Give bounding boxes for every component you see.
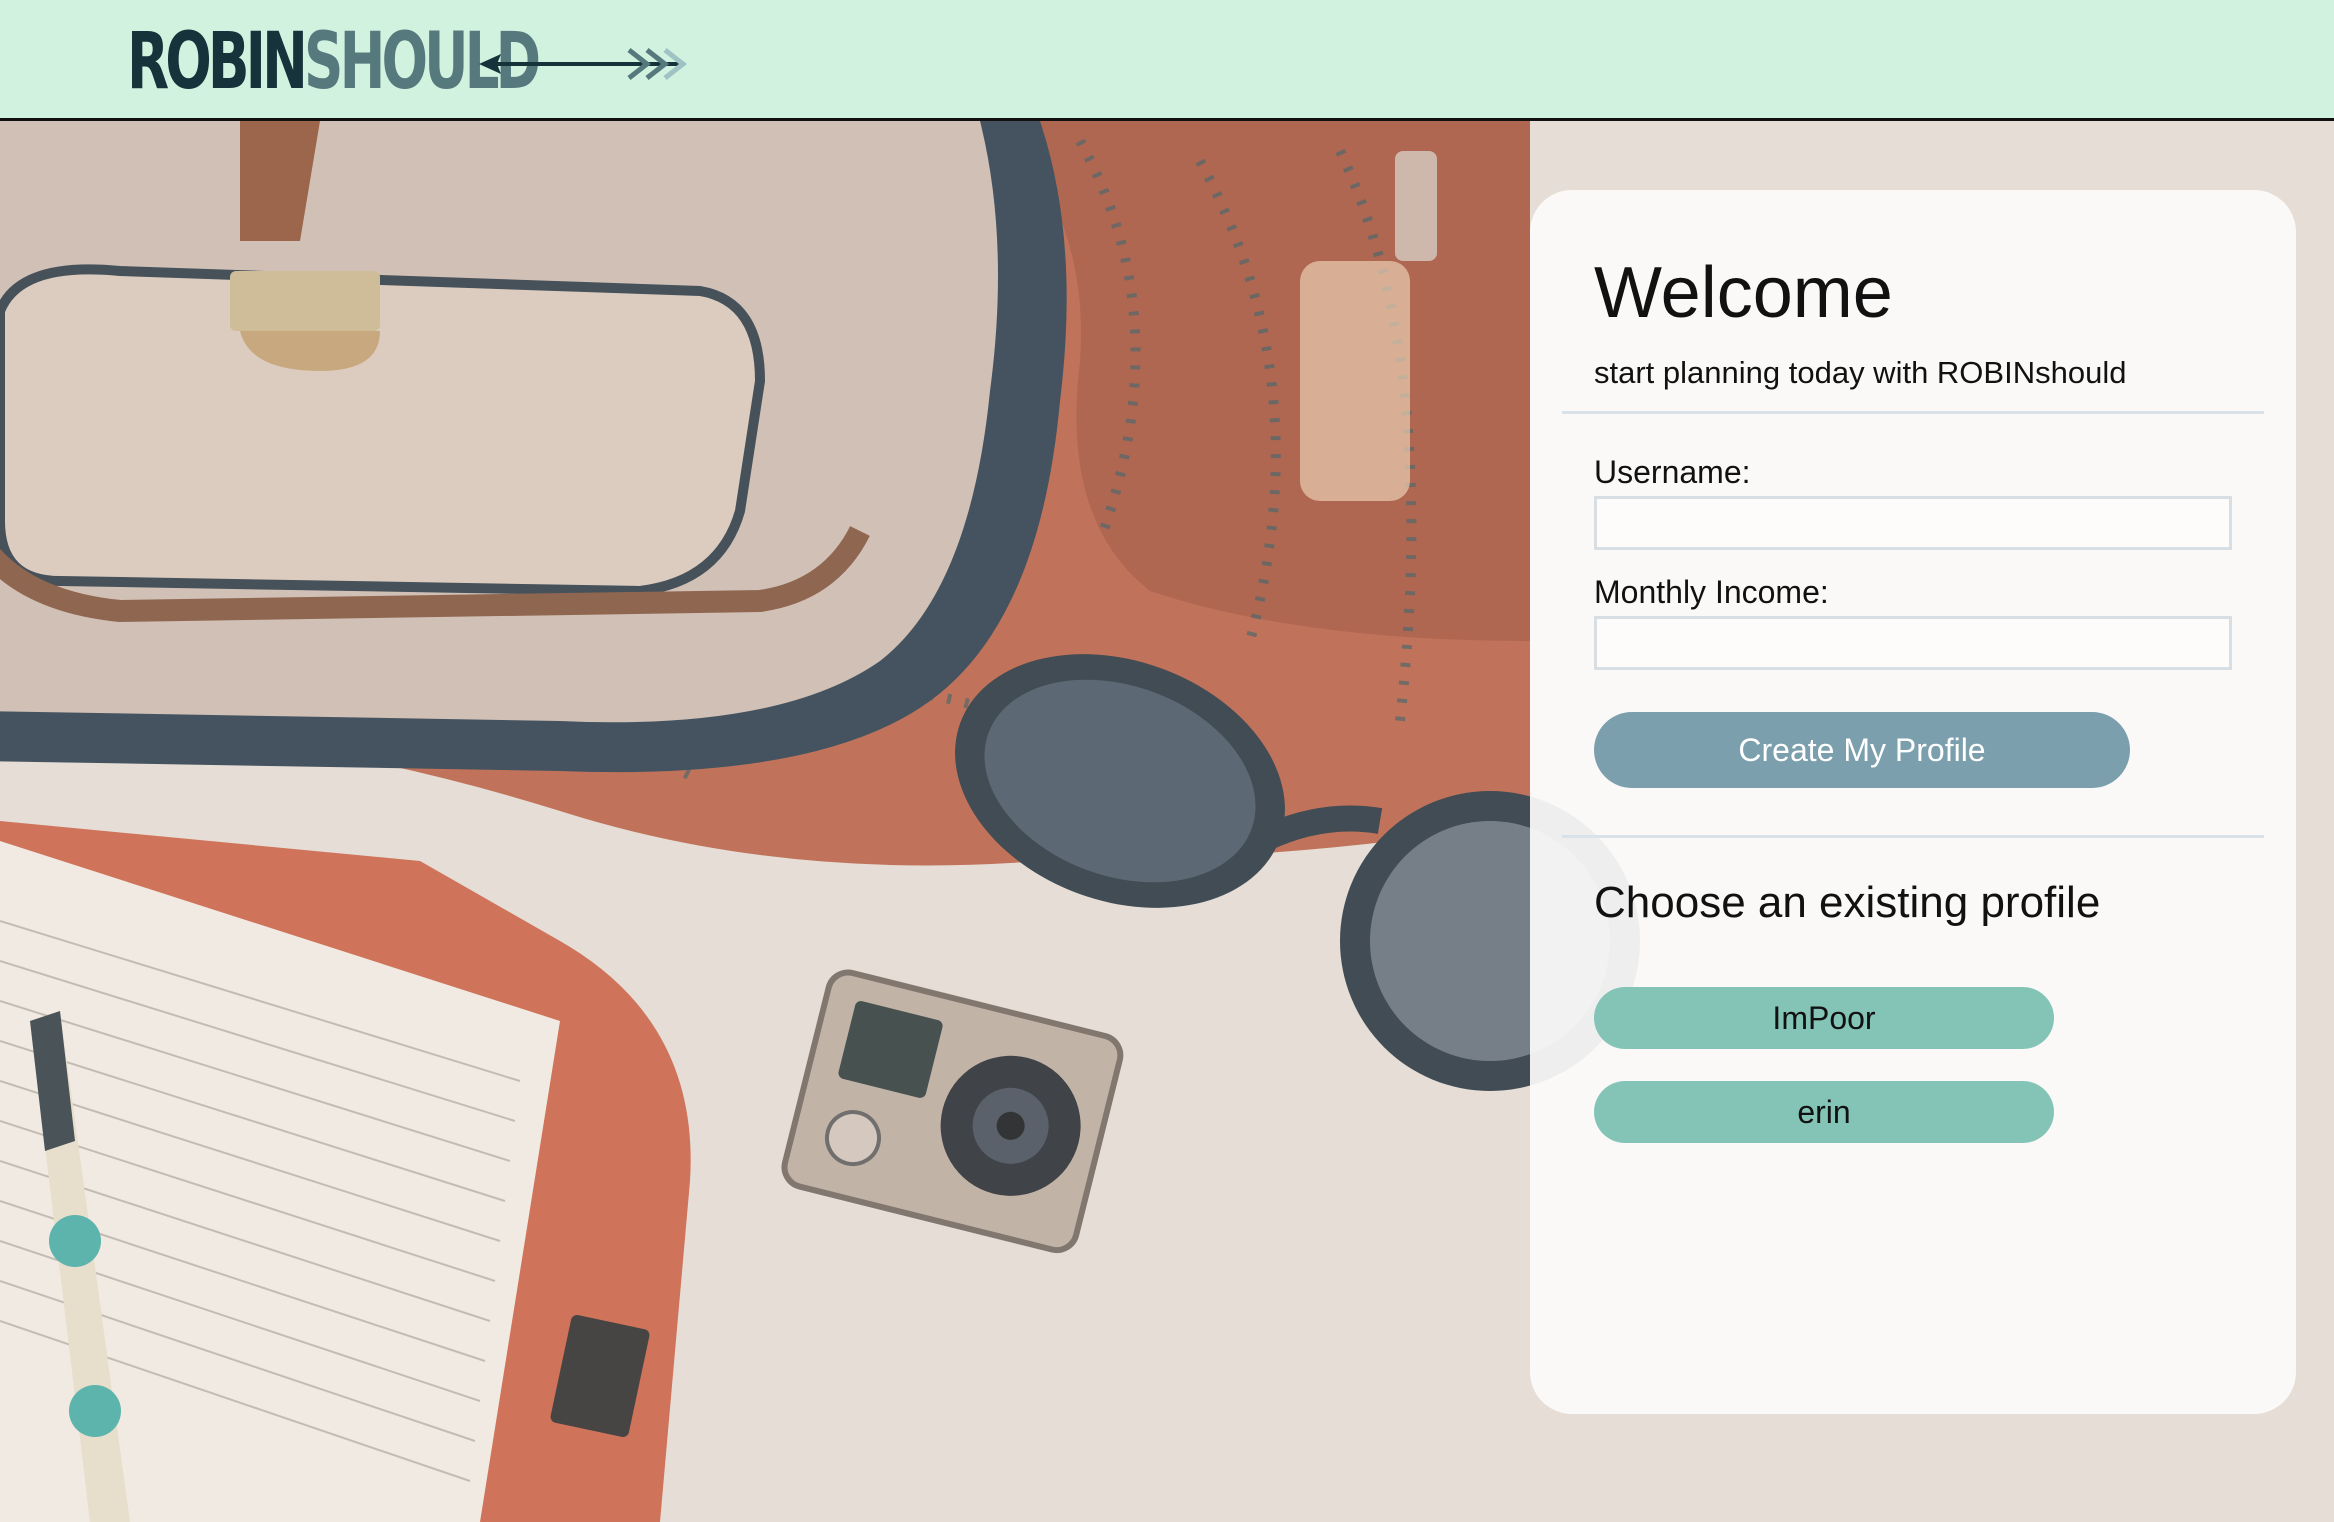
welcome-heading: Welcome [1594, 253, 1893, 333]
section-divider [1562, 835, 2264, 838]
monthly-income-input[interactable] [1594, 616, 2232, 670]
existing-profiles-heading: Choose an existing profile [1594, 878, 2101, 927]
arrow-icon [479, 48, 688, 80]
robinshould-logo[interactable]: ROBINSHOULD [127, 22, 688, 102]
logo-text-robin: ROBIN [127, 17, 308, 107]
monthly-income-label: Monthly Income: [1594, 574, 1829, 610]
section-divider [1562, 411, 2264, 414]
username-label: Username: [1594, 454, 1751, 490]
profile-button-impoor[interactable]: ImPoor [1594, 987, 2054, 1049]
logo-wordmark: ROBINSHOULD [127, 23, 541, 101]
create-profile-button[interactable]: Create My Profile [1594, 712, 2130, 788]
username-input[interactable] [1594, 496, 2232, 550]
profile-button-erin[interactable]: erin [1594, 1081, 2054, 1143]
welcome-subtitle: start planning today with ROBINshould [1594, 355, 2127, 390]
top-nav-bar: ROBINSHOULD [0, 0, 2334, 121]
welcome-panel: Welcome start planning today with ROBINs… [1530, 190, 2296, 1414]
